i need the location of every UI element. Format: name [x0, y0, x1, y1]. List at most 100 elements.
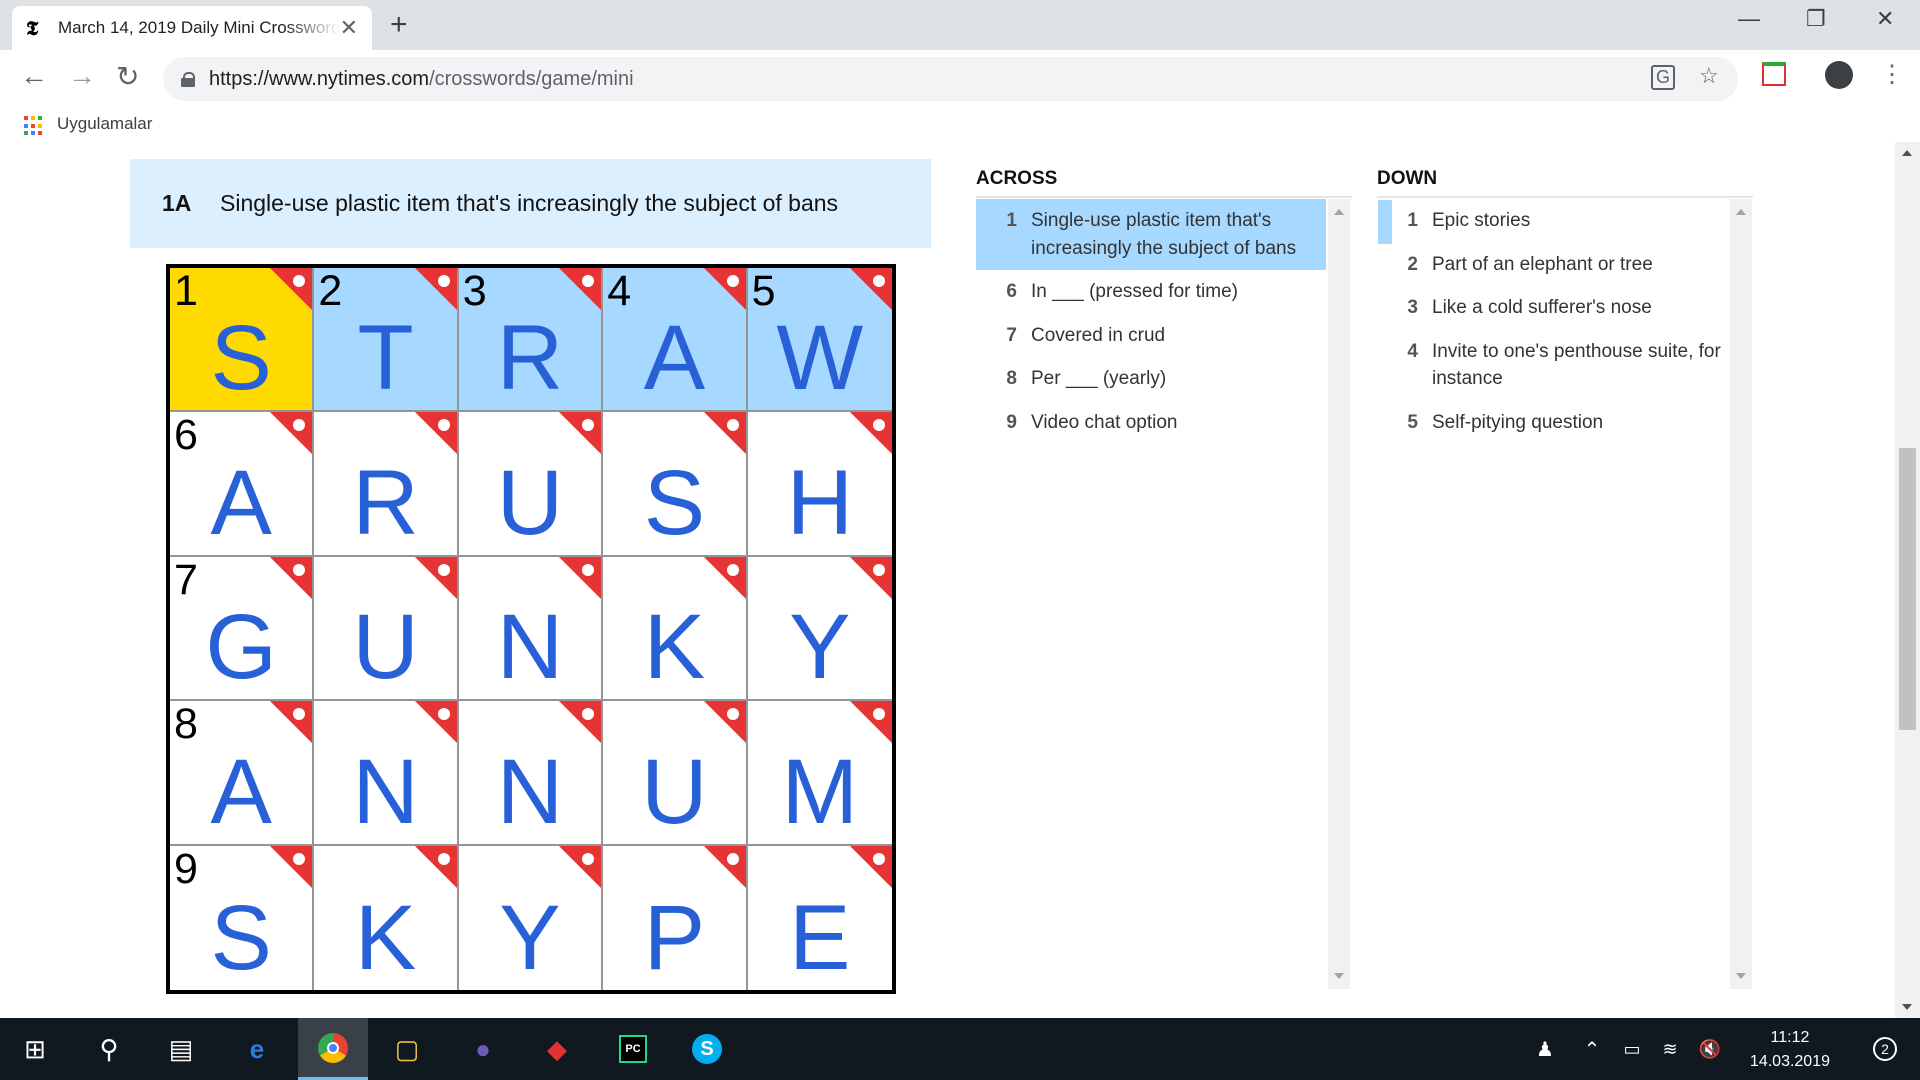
- grid-cell[interactable]: R: [314, 412, 459, 557]
- down-clue-item[interactable]: 1 Epic stories: [1377, 199, 1727, 243]
- grid-cell[interactable]: Y: [458, 845, 604, 990]
- reload-icon[interactable]: ↻: [116, 60, 139, 93]
- grid-cell[interactable]: P: [603, 845, 748, 990]
- check-dot-icon: [726, 563, 739, 576]
- across-clue-item[interactable]: 6 In ___ (pressed for time): [976, 270, 1326, 314]
- grid-cell[interactable]: U: [458, 412, 604, 557]
- grid-cell[interactable]: 8A: [170, 701, 315, 846]
- grid-cell[interactable]: 4A: [603, 268, 748, 413]
- grid-cell[interactable]: K: [314, 845, 459, 990]
- check-flag-icon: [703, 412, 746, 455]
- extension-icon[interactable]: [1762, 62, 1786, 86]
- page-scroll-up-icon[interactable]: [1902, 150, 1912, 156]
- grid-cell[interactable]: E: [747, 845, 892, 990]
- eclipse-icon[interactable]: ●: [448, 1018, 518, 1080]
- grid-cell[interactable]: 2T: [314, 268, 459, 413]
- grid-cell[interactable]: U: [603, 701, 748, 846]
- clue-number: 2: [1407, 253, 1418, 275]
- check-dot-icon: [726, 708, 739, 721]
- down-scrollbar[interactable]: [1730, 199, 1752, 989]
- clue-number: 7: [1006, 324, 1017, 346]
- grid-cell[interactable]: N: [314, 701, 459, 846]
- notification-center-icon[interactable]: 2: [1850, 1018, 1920, 1080]
- system-clock[interactable]: 11:12 14.03.2019: [1750, 1026, 1830, 1074]
- skype-icon[interactable]: S: [672, 1018, 742, 1080]
- grid-cell[interactable]: H: [747, 412, 892, 557]
- check-flag-icon: [414, 556, 457, 599]
- forward-arrow-icon[interactable]: →: [68, 60, 96, 92]
- down-clue-item[interactable]: 4 Invite to one's penthouse suite, for in…: [1377, 330, 1727, 401]
- check-flag-icon: [559, 701, 602, 744]
- tab-close-icon[interactable]: ✕: [340, 15, 358, 41]
- check-flag-icon: [559, 412, 602, 455]
- battery-icon[interactable]: ▭: [1612, 1018, 1652, 1080]
- bookmark-star-icon[interactable]: ☆: [1699, 63, 1719, 89]
- grid-cell[interactable]: S: [603, 412, 748, 557]
- page-scroll-thumb[interactable]: [1899, 448, 1916, 730]
- current-clue-bar[interactable]: 1A Single-use plastic item that's increa…: [130, 159, 931, 248]
- notification-count: 2: [1873, 1037, 1897, 1061]
- across-clue-item[interactable]: 1 Single-use plastic item that's increasi…: [976, 199, 1326, 271]
- grid-cell[interactable]: U: [314, 556, 459, 702]
- search-icon[interactable]: ⚲: [74, 1018, 144, 1080]
- cell-number: 1: [174, 268, 198, 315]
- restore-icon[interactable]: ❐: [1806, 6, 1826, 32]
- grid-cell[interactable]: 1S: [170, 268, 315, 413]
- windows-start-icon[interactable]: ⊞: [0, 1018, 70, 1080]
- browser-tab[interactable]: 𝕿 March 14, 2019 Daily Mini Crossword ✕: [12, 6, 372, 50]
- minimize-icon[interactable]: —: [1738, 6, 1760, 32]
- grid-cell[interactable]: 6A: [170, 412, 315, 557]
- grid-cell[interactable]: N: [458, 556, 604, 702]
- scroll-up-icon[interactable]: [1334, 209, 1344, 215]
- crossword-page: 1A Single-use plastic item that's increa…: [0, 142, 1920, 1018]
- page-scroll-down-icon[interactable]: [1902, 1004, 1912, 1010]
- clue-number: 6: [1006, 281, 1017, 303]
- git-app-icon[interactable]: ◆: [522, 1018, 592, 1080]
- people-icon[interactable]: ♟: [1520, 1018, 1570, 1080]
- grid-cell[interactable]: N: [458, 701, 604, 846]
- grid-cell[interactable]: 3R: [458, 268, 604, 413]
- down-clue-item[interactable]: 5 Self-pitying question: [1377, 401, 1727, 445]
- pycharm-icon[interactable]: PC: [598, 1018, 668, 1080]
- grid-cell[interactable]: 7G: [170, 556, 315, 702]
- cell-number: 9: [174, 845, 198, 893]
- grid-cell[interactable]: 9S: [170, 845, 315, 990]
- window-close-icon[interactable]: ✕: [1876, 6, 1894, 32]
- down-clue-item[interactable]: 3 Like a cold sufferer's nose: [1377, 286, 1727, 330]
- grid-cell[interactable]: K: [603, 556, 748, 702]
- cell-letter: U: [496, 451, 564, 554]
- scroll-down-icon[interactable]: [1736, 973, 1746, 979]
- cell-number: 6: [174, 412, 198, 460]
- apps-grid-icon[interactable]: [24, 116, 44, 136]
- profile-avatar-icon[interactable]: [1825, 61, 1853, 89]
- across-scrollbar[interactable]: [1328, 199, 1350, 989]
- file-explorer-icon[interactable]: ▢: [372, 1018, 442, 1080]
- chrome-icon[interactable]: [298, 1018, 368, 1080]
- grid-cell[interactable]: Y: [747, 556, 892, 702]
- across-clue-item[interactable]: 9 Video chat option: [976, 401, 1326, 445]
- menu-dots-icon[interactable]: ⋮: [1880, 60, 1904, 89]
- volume-muted-icon[interactable]: 🔇: [1690, 1018, 1730, 1080]
- translate-icon[interactable]: G: [1651, 65, 1676, 90]
- page-scrollbar[interactable]: [1895, 142, 1920, 1018]
- across-clue-item[interactable]: 7 Covered in crud: [976, 314, 1326, 358]
- show-hidden-icons[interactable]: ⌃: [1572, 1018, 1612, 1080]
- grid-cell[interactable]: 5W: [747, 268, 892, 413]
- scroll-down-icon[interactable]: [1334, 973, 1344, 979]
- clue-text: Epic stories: [1432, 210, 1531, 231]
- wifi-icon[interactable]: ≋: [1650, 1018, 1690, 1080]
- task-view-icon[interactable]: ▤: [146, 1018, 216, 1080]
- back-arrow-icon[interactable]: ←: [20, 60, 48, 92]
- scroll-up-icon[interactable]: [1736, 209, 1746, 215]
- across-clue-item[interactable]: 8 Per ___ (yearly): [976, 357, 1326, 401]
- edge-icon[interactable]: e: [222, 1018, 292, 1080]
- cell-letter: S: [210, 886, 272, 989]
- grid-cell[interactable]: M: [747, 701, 892, 846]
- new-tab-button[interactable]: +: [390, 8, 408, 42]
- cell-letter: S: [643, 451, 706, 554]
- down-clue-item[interactable]: 2 Part of an elephant or tree: [1377, 243, 1727, 287]
- across-heading: ACROSS: [976, 168, 1352, 198]
- check-flag-icon: [270, 845, 313, 888]
- apps-bookmark-label[interactable]: Uygulamalar: [57, 114, 152, 134]
- address-bar[interactable]: https://www.nytimes.com/crosswords/game/…: [163, 57, 1738, 101]
